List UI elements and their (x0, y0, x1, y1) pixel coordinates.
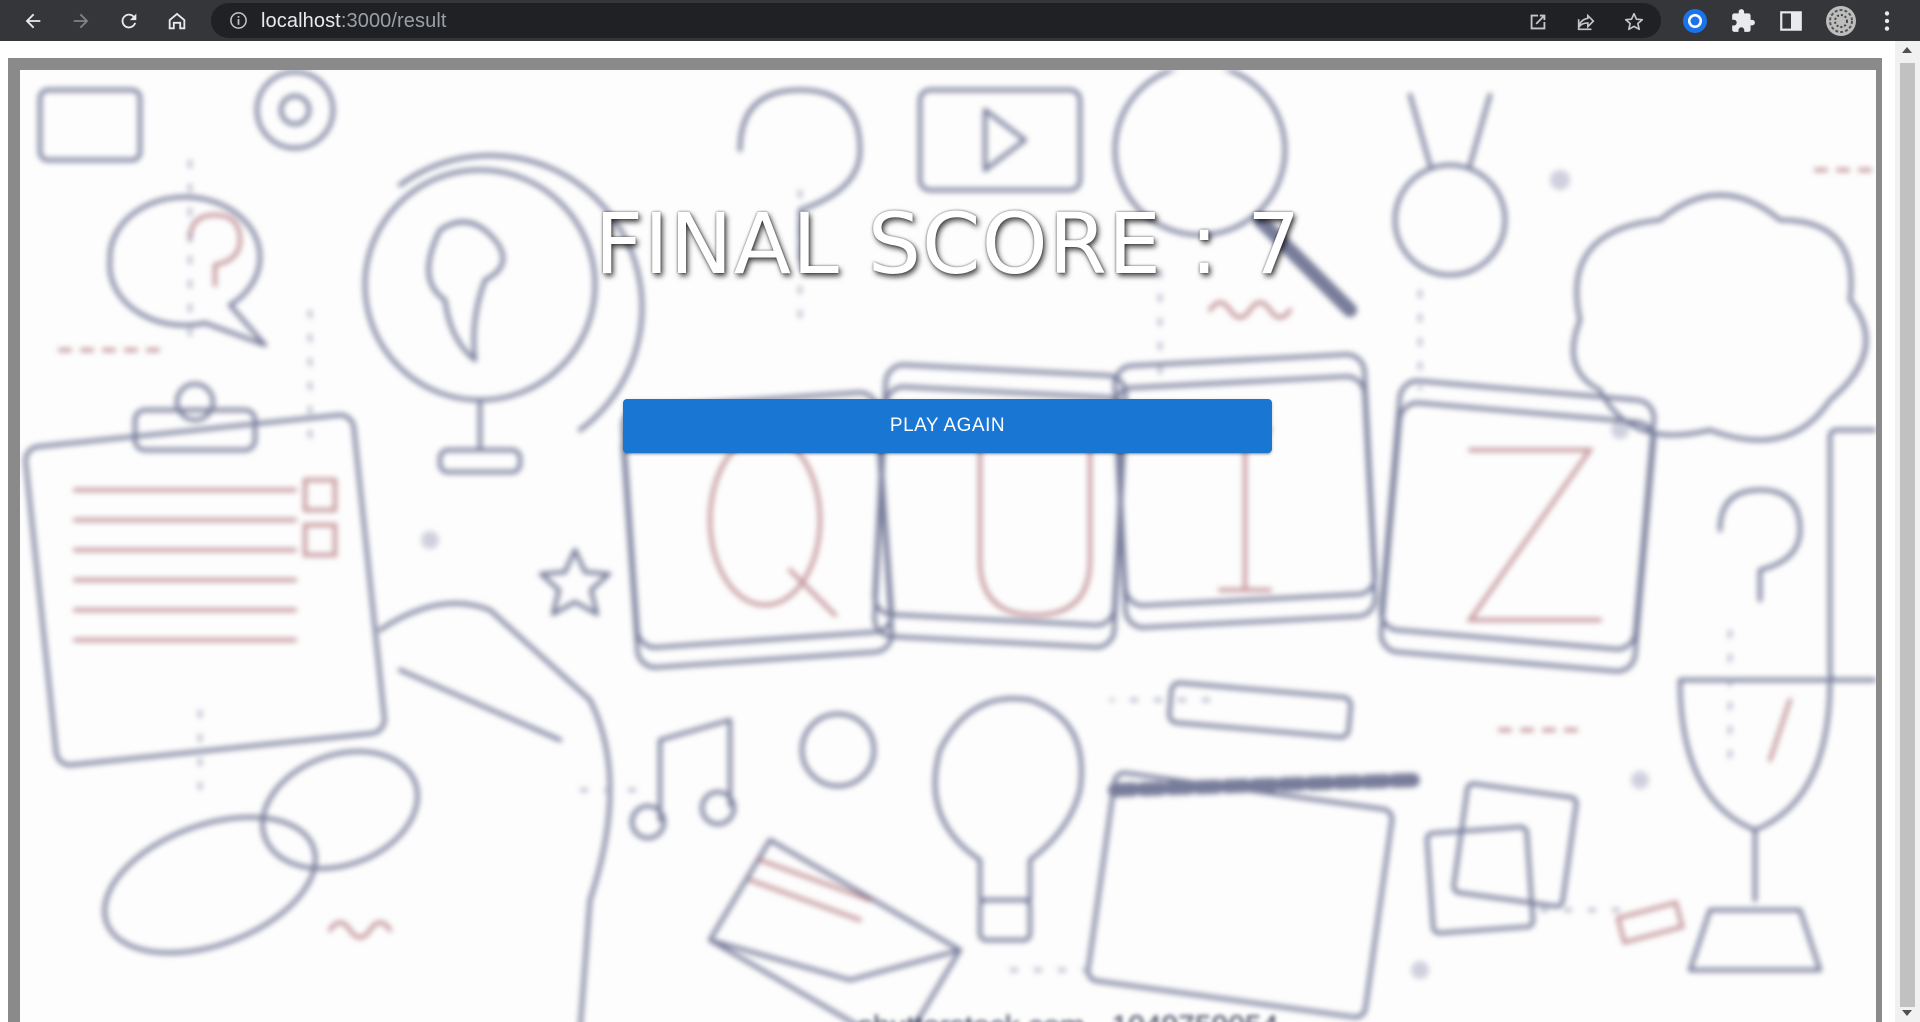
scroll-up-arrow-icon[interactable] (1902, 47, 1912, 53)
puzzle-icon[interactable] (1730, 8, 1756, 34)
info-icon[interactable] (229, 11, 248, 30)
kebab-menu-icon[interactable] (1874, 8, 1900, 34)
browser-toolbar: localhost:3000/result (0, 0, 1920, 41)
final-score-title: FINAL SCORE : 7 (594, 195, 1302, 293)
chrome-extension-icon[interactable] (1682, 8, 1708, 34)
share-icon[interactable] (1575, 11, 1597, 33)
forward-arrow-icon[interactable] (68, 8, 94, 34)
address-bar[interactable]: localhost:3000/result (211, 3, 1661, 38)
play-again-button[interactable]: PLAY AGAIN (623, 399, 1272, 453)
reload-icon[interactable] (116, 8, 142, 34)
quiz-result-container: FINAL SCORE : 7 PLAY AGAIN shutterstock.… (20, 70, 1876, 1022)
external-link-icon[interactable] (1527, 11, 1549, 33)
watermark-text: shutterstock.com · 1049759054 (858, 1010, 1278, 1022)
url-host: localhost (261, 10, 341, 32)
avatar-icon[interactable] (1825, 5, 1857, 37)
home-icon[interactable] (164, 8, 190, 34)
side-panel-icon[interactable] (1778, 8, 1804, 34)
vertical-scrollbar[interactable] (1895, 41, 1920, 1022)
url-path: :3000/result (340, 10, 447, 32)
page-viewport: FINAL SCORE : 7 PLAY AGAIN shutterstock.… (0, 41, 1920, 1022)
back-arrow-icon[interactable] (20, 8, 46, 34)
url-text[interactable]: localhost:3000/result (261, 10, 447, 33)
star-icon[interactable] (1623, 11, 1645, 33)
scroll-down-arrow-icon[interactable] (1902, 1010, 1912, 1016)
scrollbar-thumb[interactable] (1900, 63, 1915, 1007)
